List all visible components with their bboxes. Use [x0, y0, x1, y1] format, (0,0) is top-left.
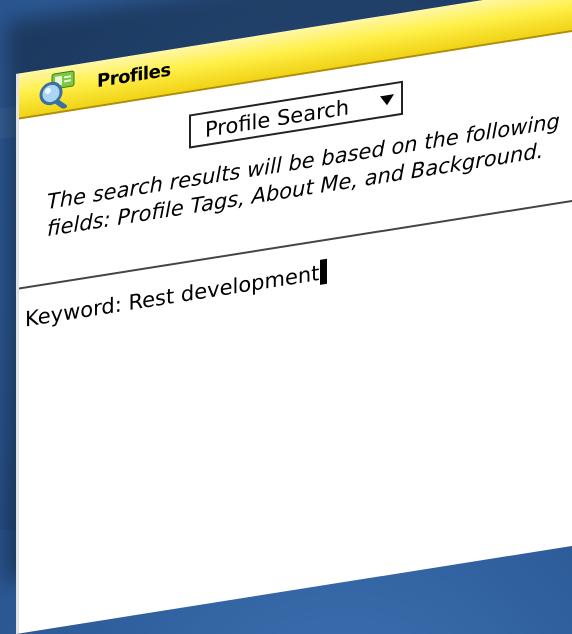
search-type-selected: Profile Search: [205, 95, 350, 143]
keyword-field[interactable]: Keyword: Rest development: [25, 258, 328, 332]
profiles-app-icon: [37, 68, 77, 112]
keyword-label: Keyword:: [25, 292, 122, 332]
window-title: Profiles: [97, 59, 171, 93]
dropdown-arrow-icon: [380, 94, 394, 107]
text-cursor: [320, 258, 328, 285]
keyword-input-value[interactable]: Rest development: [128, 261, 319, 315]
device-screen: Profiles Profile Search The search resul…: [16, 0, 572, 634]
